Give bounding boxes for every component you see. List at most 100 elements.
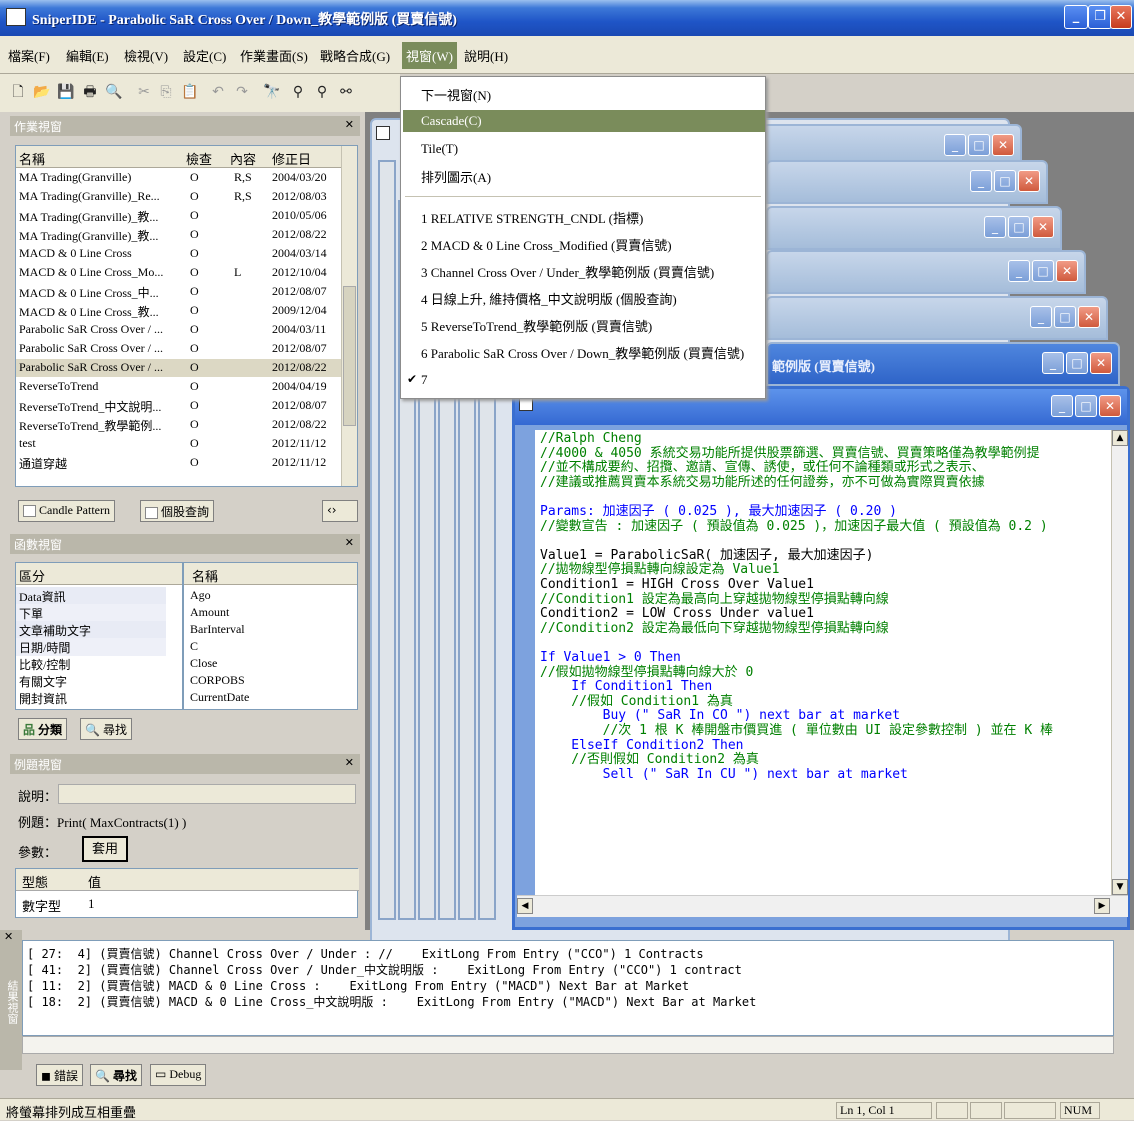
mdi-max-icon[interactable]: □ [1066,352,1088,374]
category-list[interactable]: 區分 Data資訊 下單 文章補助文字 日期/時間 比較/控制 有關文字 開封資訊 [15,562,183,710]
work-list-scrollbar[interactable] [341,146,357,486]
table-row[interactable]: Parabolic SaR Cross Over / ... O 2004/03/1… [16,321,342,339]
mdi-min-icon[interactable]: _ [984,216,1006,238]
menu-tile[interactable]: Tile(T) [421,141,458,157]
mdi-max-icon[interactable]: □ [1008,216,1030,238]
function-item[interactable]: C [184,638,342,656]
find-next-icon[interactable]: ⚲ [288,82,308,102]
minimize-button[interactable]: _ [1064,5,1088,29]
category-item[interactable]: Data資訊 [16,587,166,605]
category-item[interactable]: 開封資訊 [16,689,166,707]
code-editor[interactable]: //Ralph Cheng//4000 & 4050 系統交易功能所提供股票篩選… [535,430,1121,895]
open-file-icon[interactable]: 📂 [32,82,52,102]
menu-settings[interactable]: 設定(C) [183,46,226,65]
work-list[interactable]: 名稱 檢查 內容 修正日 MA Trading(Granville) O R,S 20… [15,145,358,487]
editor-max-icon[interactable]: □ [1075,395,1097,417]
table-row[interactable]: MACD & 0 Line Cross_教... O 2009/12/04 [16,302,342,320]
table-row[interactable]: MA Trading(Granville)_教... O 2012/08/22 [16,226,342,244]
tab-find[interactable]: 🔍 尋找 [80,718,132,740]
function-item[interactable]: CORPOBS [184,672,342,690]
mdi-min-icon[interactable]: _ [1042,352,1064,374]
scroll-right-icon[interactable]: ▶ [1094,898,1110,914]
code-vscroll[interactable]: ▲ ▼ [1111,430,1128,895]
function-item[interactable]: CurrentDate [184,689,342,707]
work-panel-close-icon[interactable]: ✕ [345,118,354,131]
mdi-max-icon[interactable]: □ [994,170,1016,192]
save-icon[interactable]: 💾 [56,82,76,102]
table-row[interactable]: MACD & 0 Line Cross_中... O 2012/08/07 [16,283,342,301]
output-close-icon[interactable]: ✕ [4,930,13,943]
table-row[interactable]: MA Trading(Granville) O R,S 2004/03/20 [16,169,342,187]
undo-icon[interactable]: ↶ [208,82,228,102]
example-panel-close-icon[interactable]: ✕ [345,756,354,769]
print-icon[interactable]: 🖶 [80,82,100,102]
category-item[interactable]: 日期/時間 [16,638,166,656]
editor-min-icon[interactable]: _ [1051,395,1073,417]
paste-icon[interactable]: 📋 [180,82,200,102]
menu-window-4[interactable]: 4 日線上升, 維持價格_中文說明版 (個股查詢) [421,289,677,308]
col-check[interactable]: 檢查 [186,149,212,168]
table-row[interactable]: MA Trading(Granville)_Re... O R,S 2012/08/0… [16,188,342,206]
code-hscroll[interactable]: ◀ ▶ [517,895,1128,917]
table-row[interactable]: Parabolic SaR Cross Over / ... O 2012/08/2… [16,359,342,377]
mdi-min-icon[interactable]: _ [944,134,966,156]
scroll-down-icon[interactable]: ▼ [1112,879,1128,895]
function-col[interactable]: 名稱 [192,566,218,585]
table-row[interactable]: MACD & 0 Line Cross O 2004/03/14 [16,245,342,263]
category-item[interactable]: 文章補助文字 [16,621,166,639]
menu-window-7[interactable]: 7 [421,372,428,388]
table-row[interactable]: MA Trading(Granville)_教... O 2010/05/06 [16,207,342,225]
scroll-left-icon[interactable]: ◀ [517,898,533,914]
table-row[interactable]: ReverseToTrend O 2004/04/19 [16,378,342,396]
mdi-min-icon[interactable]: _ [970,170,992,192]
menu-window-2[interactable]: 2 MACD & 0 Line Cross_Modified (買賣信號) [421,235,672,254]
tab-stock-query[interactable]: 個股查詢 [140,500,215,522]
category-item[interactable]: 下單 [16,604,166,622]
function-item[interactable]: Ago [184,587,342,605]
tab-candle-pattern[interactable]: Candle Pattern [18,500,115,522]
function-list[interactable]: 名稱 Ago Amount BarInterval C Close CORPOBS Curr… [183,562,358,710]
cut-icon[interactable]: ✂ [134,82,154,102]
mdi-max-icon[interactable]: □ [968,134,990,156]
restore-button[interactable]: ❐ [1088,5,1112,29]
mdi-max-icon[interactable]: □ [1054,306,1076,328]
mdi-close-icon[interactable]: ✕ [1090,352,1112,374]
tab-scroll-arrows[interactable]: ‹› [322,500,358,522]
tab-find-output[interactable]: 🔍 尋找 [90,1064,142,1086]
category-item[interactable]: 比較/控制 [16,655,166,673]
tab-errors[interactable]: ◼ 錯誤 [36,1064,83,1086]
output-panel[interactable]: [ 27: 4] (買賣信號) Channel Cross Over / Und… [22,940,1114,1036]
replace-icon[interactable]: ⚲ [312,82,332,102]
scroll-up-icon[interactable]: ▲ [1112,430,1128,446]
menu-next-window[interactable]: 下一視窗(N) [421,85,491,104]
mdi-close-icon[interactable]: ✕ [992,134,1014,156]
category-col[interactable]: 區分 [19,566,45,585]
output-hscroll[interactable] [22,1036,1114,1054]
menu-cascade[interactable]: Cascade(C) [421,113,482,129]
menu-arrange-icons[interactable]: 排列圖示(A) [421,167,491,186]
find-icon[interactable]: 🔭 [262,82,282,102]
table-row[interactable]: ReverseToTrend_中文說明... O 2012/08/07 [16,397,342,415]
find-all-icon[interactable]: ⚯ [336,82,356,102]
menu-help[interactable]: 說明(H) [464,46,508,65]
menu-strategy[interactable]: 戰略合成(G) [320,46,390,65]
function-item[interactable]: BarInterval [184,621,342,639]
tab-category[interactable]: 品 分類 [18,718,68,740]
menu-window-1[interactable]: 1 RELATIVE STRENGTH_CNDL (指標) [421,208,643,227]
tab-debug[interactable]: ▭ Debug [150,1064,207,1086]
scroll-thumb[interactable] [343,286,356,426]
col-date[interactable]: 修正日 [272,149,311,168]
mdi-min-icon[interactable]: _ [1030,306,1052,328]
menu-edit[interactable]: 編輯(E) [66,46,109,65]
menu-window-3[interactable]: 3 Channel Cross Over / Under_教學範例版 (買賣信號… [421,262,714,281]
func-panel-close-icon[interactable]: ✕ [345,536,354,549]
menu-view[interactable]: 檢視(V) [124,46,168,65]
category-item[interactable]: 有關文字 [16,672,166,690]
table-row[interactable]: MACD & 0 Line Cross_Mo... O L 2012/10/04 [16,264,342,282]
table-row[interactable]: 通道穿越 O 2012/11/12 [16,454,342,472]
mdi-close-icon[interactable]: ✕ [1032,216,1054,238]
menu-window[interactable]: 視窗(W) [402,42,457,69]
editor-close-icon[interactable]: ✕ [1099,395,1121,417]
mdi-close-icon[interactable]: ✕ [1078,306,1100,328]
mdi-close-icon[interactable]: ✕ [1056,260,1078,282]
